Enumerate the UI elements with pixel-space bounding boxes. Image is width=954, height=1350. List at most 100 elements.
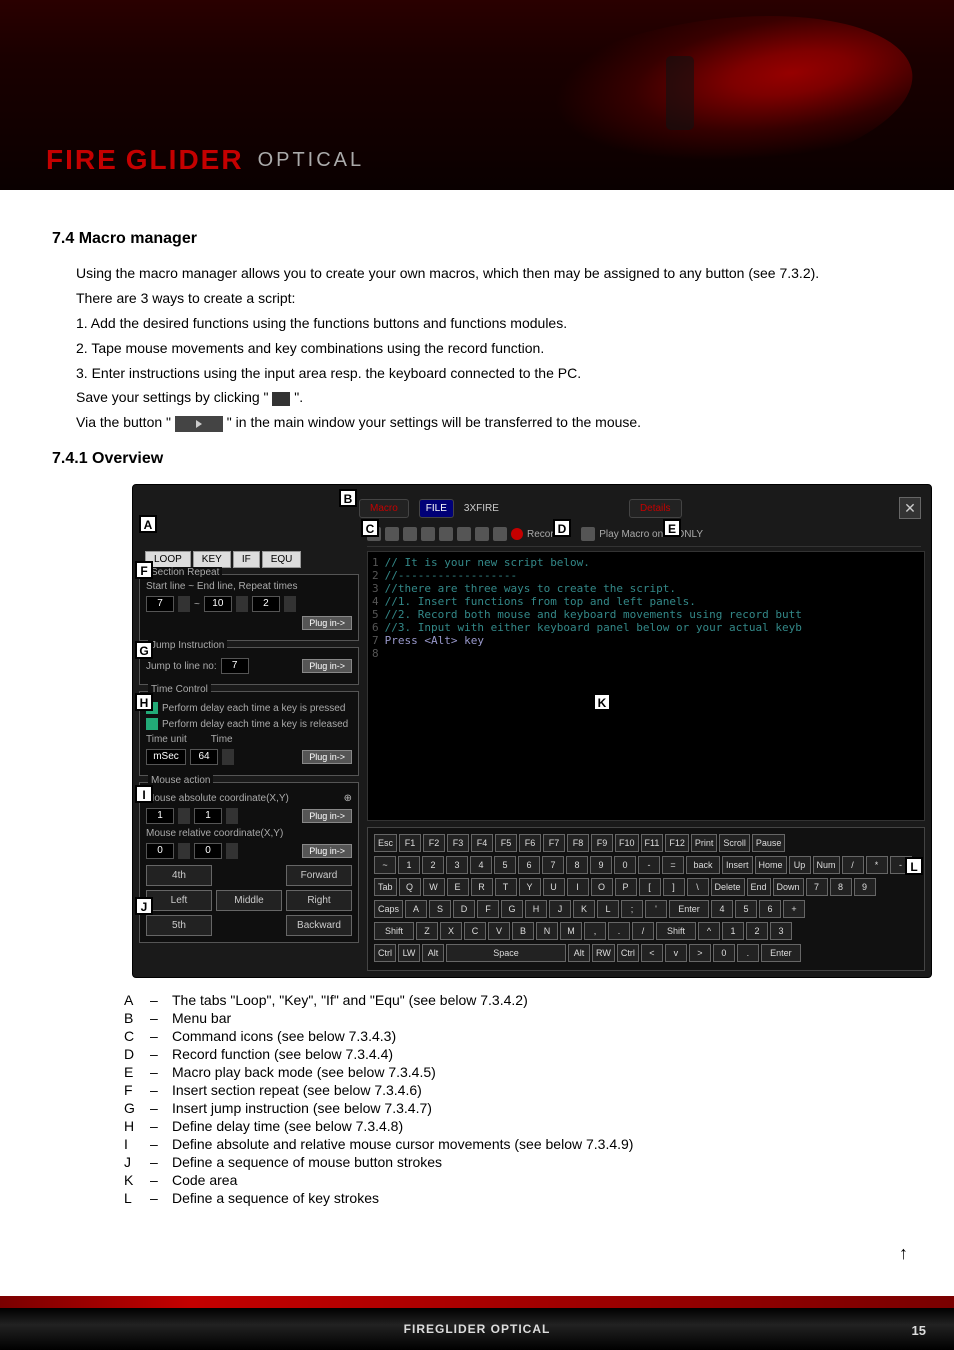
key-k[interactable]: K — [573, 900, 595, 918]
delay-release-checkbox[interactable] — [146, 718, 158, 730]
rel-plugin-button[interactable]: Plug in-> — [302, 844, 352, 858]
tab-key[interactable]: KEY — [193, 551, 231, 568]
key-4[interactable]: 4 — [711, 900, 733, 918]
menu-details[interactable]: Details — [629, 499, 682, 518]
key-0[interactable]: 0 — [713, 944, 735, 962]
key-shift[interactable]: Shift — [374, 922, 414, 940]
key-1[interactable]: 1 — [398, 856, 420, 874]
abs-plugin-button[interactable]: Plug in-> — [302, 809, 352, 823]
key-f12[interactable]: F12 — [665, 834, 689, 852]
key-a[interactable]: A — [405, 900, 427, 918]
tab-if[interactable]: IF — [233, 551, 260, 568]
key-f2[interactable]: F2 — [423, 834, 445, 852]
key-insert[interactable]: Insert — [722, 856, 753, 874]
mouse-5th-button[interactable]: 5th — [146, 915, 212, 936]
spin-icon[interactable] — [178, 843, 190, 859]
menu-file[interactable]: FILE — [419, 499, 454, 518]
key->[interactable]: > — [689, 944, 711, 962]
key-back[interactable]: back — [686, 856, 720, 874]
repeat-times-input[interactable]: 2 — [252, 596, 280, 612]
end-line-input[interactable]: 10 — [204, 596, 232, 612]
key-1[interactable]: 1 — [722, 922, 744, 940]
key-y[interactable]: Y — [519, 878, 541, 896]
key-w[interactable]: W — [423, 878, 445, 896]
key-x[interactable]: X — [440, 922, 462, 940]
key-f3[interactable]: F3 — [447, 834, 469, 852]
key-u[interactable]: U — [543, 878, 565, 896]
key-home[interactable]: Home — [755, 856, 787, 874]
key-t[interactable]: T — [495, 878, 517, 896]
rel-y-input[interactable]: 0 — [194, 843, 222, 859]
mouse-4th-button[interactable]: 4th — [146, 865, 212, 886]
key-3[interactable]: 3 — [446, 856, 468, 874]
spin-icon[interactable] — [284, 596, 296, 612]
key-8[interactable]: 8 — [566, 856, 588, 874]
key-i[interactable]: I — [567, 878, 589, 896]
scroll-top-button[interactable]: ↑ — [899, 1243, 908, 1264]
key-+[interactable]: + — [783, 900, 805, 918]
key-3[interactable]: 3 — [770, 922, 792, 940]
key-v[interactable]: v — [665, 944, 687, 962]
key-7[interactable]: 7 — [542, 856, 564, 874]
key-alt[interactable]: Alt — [422, 944, 444, 962]
cut-icon[interactable] — [403, 527, 417, 541]
mouse-left-button[interactable]: Left — [146, 890, 212, 911]
key-'[interactable]: ' — [645, 900, 667, 918]
key-z[interactable]: Z — [416, 922, 438, 940]
section-repeat-plugin-button[interactable]: Plug in-> — [302, 616, 352, 630]
key-f5[interactable]: F5 — [495, 834, 517, 852]
key-o[interactable]: O — [591, 878, 613, 896]
key-[[interactable]: [ — [639, 878, 661, 896]
start-line-input[interactable]: 7 — [146, 596, 174, 612]
close-button[interactable]: ✕ — [899, 497, 921, 519]
key-lw[interactable]: LW — [398, 944, 420, 962]
spin-icon[interactable] — [236, 596, 248, 612]
key-enter[interactable]: Enter — [669, 900, 709, 918]
key-2[interactable]: 2 — [746, 922, 768, 940]
key-print[interactable]: Print — [691, 834, 718, 852]
abs-x-input[interactable]: 1 — [146, 808, 174, 824]
key-shift[interactable]: Shift — [656, 922, 696, 940]
key-/[interactable]: / — [632, 922, 654, 940]
key-g[interactable]: G — [501, 900, 523, 918]
code-area[interactable]: 1// It is your new script below. 2//----… — [367, 551, 925, 821]
key-<[interactable]: < — [641, 944, 663, 962]
time-unit-select[interactable]: mSec — [146, 749, 186, 765]
key-ctrl[interactable]: Ctrl — [617, 944, 639, 962]
spin-icon[interactable] — [178, 808, 190, 824]
key-,[interactable]: , — [584, 922, 606, 940]
key-;[interactable]: ; — [621, 900, 643, 918]
key-^[interactable]: ^ — [698, 922, 720, 940]
redo-icon[interactable] — [385, 527, 399, 541]
key-v[interactable]: V — [488, 922, 510, 940]
key-c[interactable]: C — [464, 922, 486, 940]
key-][interactable]: ] — [663, 878, 685, 896]
key-4[interactable]: 4 — [470, 856, 492, 874]
key-up[interactable]: Up — [789, 856, 811, 874]
mouse-forward-button[interactable]: Forward — [286, 865, 352, 886]
mouse-backward-button[interactable]: Backward — [286, 915, 352, 936]
key-down[interactable]: Down — [773, 878, 804, 896]
key-9[interactable]: 9 — [854, 878, 876, 896]
spin-icon[interactable] — [222, 749, 234, 765]
key-.[interactable]: . — [608, 922, 630, 940]
time-plugin-button[interactable]: Plug in-> — [302, 750, 352, 764]
key-alt[interactable]: Alt — [568, 944, 590, 962]
mouse-middle-button[interactable]: Middle — [216, 890, 282, 911]
key-f9[interactable]: F9 — [591, 834, 613, 852]
key-d[interactable]: D — [453, 900, 475, 918]
key-0[interactable]: 0 — [614, 856, 636, 874]
paste-icon[interactable] — [439, 527, 453, 541]
key-.[interactable]: . — [737, 944, 759, 962]
key-f11[interactable]: F11 — [641, 834, 664, 852]
key-pause[interactable]: Pause — [752, 834, 786, 852]
key-l[interactable]: L — [597, 900, 619, 918]
key-/[interactable]: / — [842, 856, 864, 874]
key-tab[interactable]: Tab — [374, 878, 397, 896]
key-j[interactable]: J — [549, 900, 571, 918]
key-m[interactable]: M — [560, 922, 582, 940]
crosshair-icon[interactable]: ⊕ — [344, 793, 352, 804]
delete-icon[interactable] — [493, 527, 507, 541]
spin-icon[interactable] — [226, 843, 238, 859]
key-f1[interactable]: F1 — [399, 834, 421, 852]
